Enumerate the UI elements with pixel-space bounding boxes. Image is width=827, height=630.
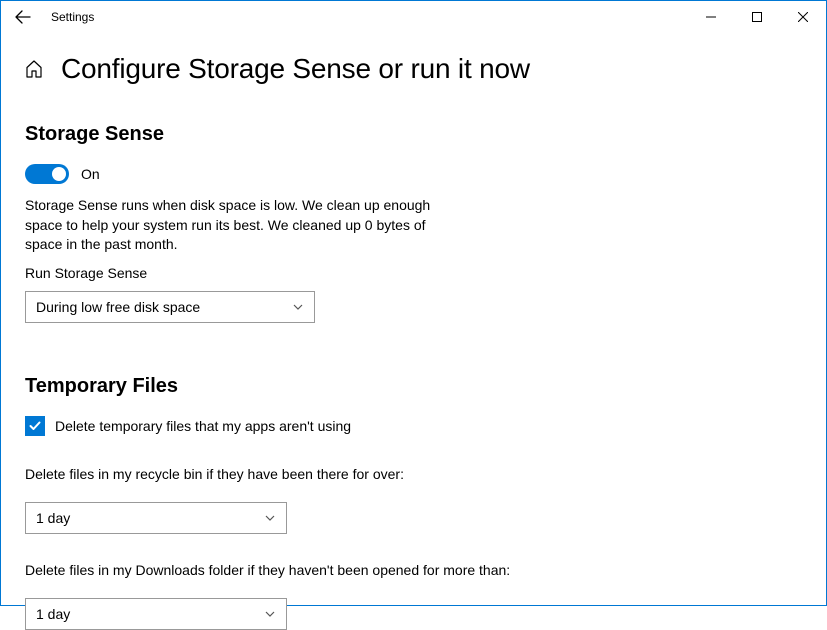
close-icon bbox=[798, 12, 808, 22]
minimize-icon bbox=[706, 12, 716, 22]
delete-temp-files-checkbox[interactable] bbox=[25, 416, 45, 436]
recycle-bin-dropdown[interactable]: 1 day bbox=[25, 502, 287, 534]
delete-temp-files-row: Delete temporary files that my apps aren… bbox=[25, 416, 802, 436]
page-header: Configure Storage Sense or run it now bbox=[25, 53, 802, 85]
downloads-label: Delete files in my Downloads folder if t… bbox=[25, 562, 802, 578]
window-controls bbox=[688, 1, 826, 33]
downloads-dropdown-value: 1 day bbox=[36, 606, 70, 622]
recycle-bin-label: Delete files in my recycle bin if they h… bbox=[25, 466, 802, 482]
titlebar: Settings bbox=[1, 1, 826, 33]
downloads-field: Delete files in my Downloads folder if t… bbox=[25, 562, 802, 630]
storage-sense-toggle[interactable] bbox=[25, 164, 69, 184]
run-storage-sense-dropdown-value: During low free disk space bbox=[36, 299, 200, 315]
recycle-bin-field: Delete files in my recycle bin if they h… bbox=[25, 466, 802, 534]
arrow-left-icon bbox=[15, 9, 31, 25]
recycle-bin-dropdown-value: 1 day bbox=[36, 510, 70, 526]
downloads-dropdown[interactable]: 1 day bbox=[25, 598, 287, 630]
storage-sense-toggle-label: On bbox=[81, 166, 100, 182]
close-button[interactable] bbox=[780, 1, 826, 33]
back-button[interactable] bbox=[13, 7, 33, 27]
page-title: Configure Storage Sense or run it now bbox=[61, 53, 530, 85]
delete-temp-files-label: Delete temporary files that my apps aren… bbox=[55, 418, 351, 434]
chevron-down-icon bbox=[264, 608, 276, 620]
maximize-icon bbox=[752, 12, 762, 22]
minimize-button[interactable] bbox=[688, 1, 734, 33]
chevron-down-icon bbox=[292, 301, 304, 313]
temporary-files-heading: Temporary Files bbox=[25, 375, 802, 398]
toggle-knob bbox=[52, 167, 66, 181]
content-area: Configure Storage Sense or run it now St… bbox=[1, 33, 826, 630]
chevron-down-icon bbox=[264, 512, 276, 524]
home-icon[interactable] bbox=[25, 60, 43, 78]
checkmark-icon bbox=[28, 419, 42, 433]
run-storage-sense-label: Run Storage Sense bbox=[25, 265, 802, 281]
maximize-button[interactable] bbox=[734, 1, 780, 33]
storage-sense-toggle-row: On bbox=[25, 164, 802, 184]
app-title: Settings bbox=[51, 10, 688, 24]
storage-sense-heading: Storage Sense bbox=[25, 123, 802, 146]
run-storage-sense-dropdown[interactable]: During low free disk space bbox=[25, 291, 315, 323]
storage-sense-description: Storage Sense runs when disk space is lo… bbox=[25, 196, 455, 255]
